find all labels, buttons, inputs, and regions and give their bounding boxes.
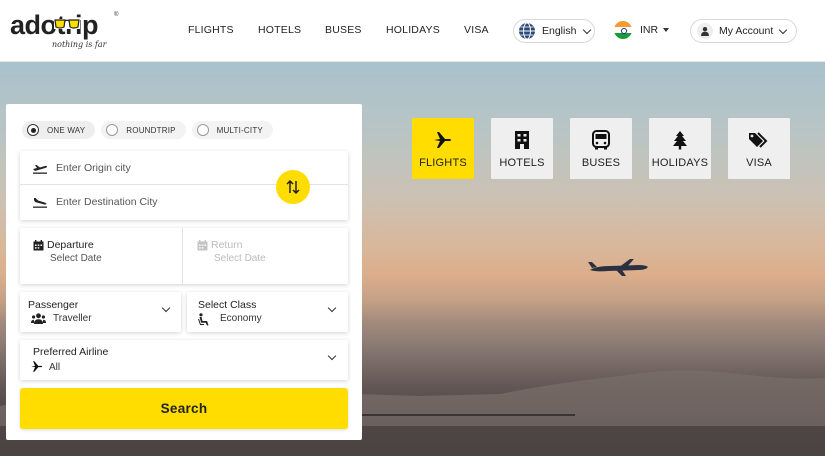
tile-flights[interactable]: FLIGHTS bbox=[412, 118, 474, 179]
my-account-label: My Account bbox=[719, 25, 774, 37]
bus-icon bbox=[590, 129, 612, 151]
tag-icon bbox=[748, 129, 770, 151]
tile-label: VISA bbox=[746, 157, 772, 169]
registered-mark: ® bbox=[114, 12, 119, 18]
chevron-down-icon bbox=[161, 303, 171, 313]
tile-label: HOLIDAYS bbox=[651, 157, 709, 169]
radio-unchecked-icon bbox=[106, 124, 119, 136]
passenger-selector[interactable]: Passenger Traveller bbox=[20, 292, 181, 332]
swap-arrows-icon bbox=[286, 179, 300, 195]
nav-buses[interactable]: BUSES bbox=[325, 24, 362, 36]
radio-roundtrip[interactable]: ROUNDTRIP bbox=[101, 121, 186, 139]
takeoff-icon bbox=[33, 164, 47, 174]
users-icon bbox=[31, 313, 46, 324]
building-icon bbox=[511, 129, 533, 151]
airline-value: All bbox=[49, 362, 61, 373]
origin-placeholder: Enter Origin city bbox=[56, 161, 131, 174]
calendar-icon bbox=[197, 239, 208, 250]
return-label-wrap: Return bbox=[197, 239, 243, 251]
currency-label: INR bbox=[640, 24, 659, 36]
tile-visa[interactable]: VISA bbox=[728, 118, 790, 179]
departure-label: Departure bbox=[47, 239, 94, 251]
language-label: English bbox=[542, 25, 577, 37]
user-icon bbox=[697, 23, 713, 39]
brand-tagline: nothing is far bbox=[52, 40, 107, 49]
plane-icon bbox=[432, 129, 454, 151]
swap-cities-button[interactable] bbox=[276, 170, 310, 204]
brand-logo[interactable]: adotrip ® nothing is far bbox=[10, 8, 120, 52]
tile-label: BUSES bbox=[581, 157, 621, 169]
class-label: Select Class bbox=[198, 299, 257, 311]
tile-buses[interactable]: BUSES bbox=[570, 118, 632, 179]
india-flag-icon bbox=[614, 21, 632, 39]
class-selector[interactable]: Select Class Economy bbox=[187, 292, 348, 332]
class-value: Economy bbox=[220, 313, 262, 324]
destination-placeholder: Enter Destination City bbox=[56, 196, 158, 208]
flight-search-panel: ONE WAY ROUNDTRIP MULTI-CITY Enter Origi… bbox=[6, 104, 362, 440]
chevron-down-icon bbox=[779, 25, 788, 34]
seat-icon bbox=[198, 313, 209, 326]
chevron-down-icon bbox=[327, 303, 337, 313]
airline-label: Preferred Airline bbox=[33, 346, 109, 358]
return-value: Select Date bbox=[214, 253, 266, 264]
radio-label: ROUNDTRIP bbox=[126, 125, 176, 135]
caret-down-icon bbox=[663, 28, 670, 32]
top-header: adotrip ® nothing is far FLIGHTS HOTELS … bbox=[0, 0, 825, 62]
nav-visa[interactable]: VISA bbox=[464, 24, 489, 36]
radio-label: ONE WAY bbox=[47, 125, 86, 135]
radio-label: MULTI-CITY bbox=[216, 125, 263, 135]
nav-holidays[interactable]: HOLIDAYS bbox=[386, 24, 440, 36]
search-button[interactable]: Search bbox=[20, 388, 348, 429]
radio-multi-city[interactable]: MULTI-CITY bbox=[191, 121, 273, 139]
tile-label: FLIGHTS bbox=[419, 157, 467, 169]
radio-unchecked-icon bbox=[196, 124, 209, 136]
preferred-airline-selector[interactable]: Preferred Airline All bbox=[20, 340, 348, 380]
chevron-down-icon bbox=[583, 25, 592, 34]
currency-selector[interactable]: INR bbox=[614, 21, 670, 39]
my-account-button[interactable]: My Account bbox=[690, 19, 797, 43]
return-label: Return bbox=[211, 239, 243, 251]
sunglasses-icon bbox=[54, 19, 80, 29]
radio-checked-icon bbox=[27, 124, 39, 136]
radio-one-way[interactable]: ONE WAY bbox=[22, 121, 96, 139]
nav-hotels[interactable]: HOTELS bbox=[258, 24, 301, 36]
airplane-image bbox=[588, 259, 648, 276]
date-inputs: Departure Select Date Return Select Date bbox=[20, 228, 348, 284]
tile-hotels[interactable]: HOTELS bbox=[491, 118, 553, 179]
chevron-down-icon bbox=[327, 351, 337, 361]
tree-icon bbox=[669, 129, 691, 151]
trip-type-selector: ONE WAY ROUNDTRIP MULTI-CITY bbox=[22, 121, 279, 139]
departure-label-wrap: Departure bbox=[33, 239, 94, 251]
nav-flights[interactable]: FLIGHTS bbox=[188, 24, 234, 36]
calendar-icon bbox=[33, 239, 44, 250]
tile-label: HOTELS bbox=[499, 157, 545, 169]
language-selector[interactable]: English bbox=[513, 19, 595, 43]
tile-holidays[interactable]: HOLIDAYS bbox=[649, 118, 711, 179]
globe-icon bbox=[519, 22, 535, 40]
passenger-label: Passenger bbox=[28, 299, 79, 311]
plane-icon bbox=[31, 361, 43, 372]
departure-value: Select Date bbox=[50, 253, 102, 264]
departure-date-input[interactable]: Departure Select Date bbox=[20, 228, 183, 284]
landing-icon bbox=[33, 198, 47, 208]
return-date-input[interactable]: Return Select Date bbox=[184, 228, 348, 284]
passenger-value: Traveller bbox=[53, 313, 92, 324]
